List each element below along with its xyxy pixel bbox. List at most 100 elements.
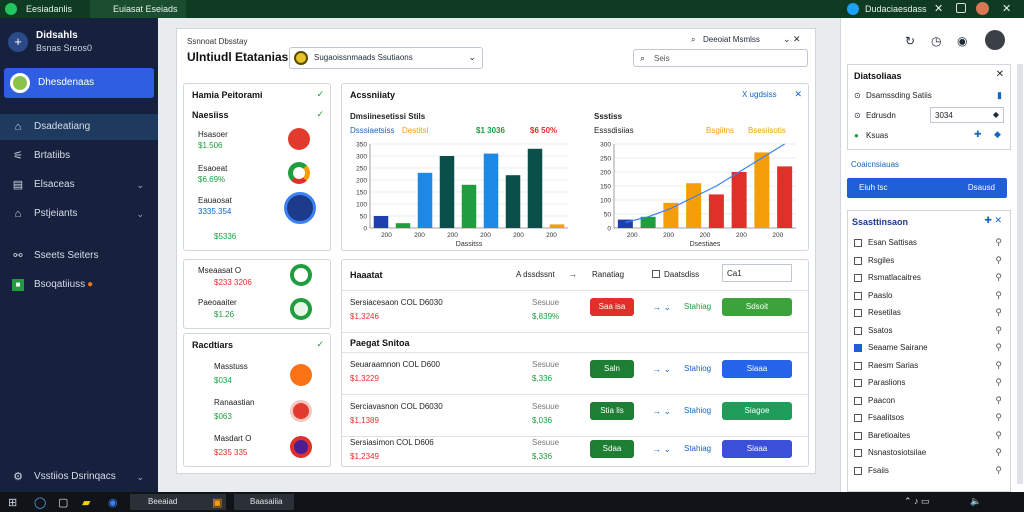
table-row[interactable]: Serciavasnon COL D6030 $1,1389 Sesuue $,…: [342, 398, 808, 434]
table-row[interactable]: Seuaraamnon COL D600 $1,3229 Sesuue $,33…: [342, 356, 808, 392]
checkbox[interactable]: [652, 270, 660, 278]
pin-icon[interactable]: ⚲: [995, 237, 1002, 248]
checkbox[interactable]: [854, 274, 862, 282]
checklist-item[interactable]: Fsaiis ⚲: [852, 465, 1006, 479]
checklist-item[interactable]: Nsnastosiotsilae ⚲: [852, 447, 1006, 461]
column-header[interactable]: Daatsdiss: [664, 270, 699, 279]
checklist-item[interactable]: Fsaalitsos ⚲: [852, 412, 1006, 426]
sidebar-item-list[interactable]: ▤ Elsaceas ⌄: [0, 172, 158, 198]
windows-icon[interactable]: ⊞: [8, 496, 17, 509]
tray-icons[interactable]: ⌃ ♪ ▭: [904, 496, 930, 507]
profile-label[interactable]: Dudaciaesdass: [847, 0, 927, 18]
checkbox[interactable]: [854, 239, 862, 247]
checklist-item[interactable]: Paraslions ⚲: [852, 377, 1006, 391]
checklist-item[interactable]: Seaame Sairane ⚲: [852, 342, 1006, 356]
filter-dropdown[interactable]: Sugaoissnmaads Ssutiaons ⌄: [289, 47, 483, 69]
checklist-item[interactable]: Rsgiles ⚲: [852, 255, 1006, 269]
sort-icon[interactable]: → ⌄: [652, 302, 671, 313]
pin-icon[interactable]: ⚲: [995, 360, 1002, 371]
close-icon[interactable]: ✕: [934, 2, 943, 15]
pin-icon[interactable]: ⚲: [995, 377, 1002, 388]
browser-tab-active[interactable]: Euiasat Eseiads: [95, 0, 178, 18]
search-input[interactable]: ⌕ Seis: [633, 49, 808, 67]
copy-icon[interactable]: ▮: [997, 90, 1002, 101]
row-action-button[interactable]: Saa isa: [590, 298, 634, 316]
search-icon[interactable]: ⌕: [691, 35, 695, 45]
checklist-item[interactable]: Paacon ⚲: [852, 395, 1006, 409]
shield-icon[interactable]: ◆: [994, 129, 1001, 140]
checklist-item[interactable]: Raesm Sarias ⚲: [852, 360, 1006, 374]
row-progress-bar[interactable]: Siaaa: [722, 440, 792, 458]
pin-icon[interactable]: ⚲: [995, 272, 1002, 283]
check-icon[interactable]: ✓: [316, 89, 324, 100]
scrollbar[interactable]: [1017, 64, 1023, 484]
pin-icon[interactable]: ⚲: [995, 395, 1002, 406]
pin-icon[interactable]: ⚲: [995, 447, 1002, 458]
checkbox[interactable]: [854, 361, 862, 370]
column-header[interactable]: Ranatiag: [592, 270, 624, 279]
checklist-item[interactable]: Resetilas ⚲: [852, 307, 1006, 321]
row-action-button[interactable]: Stia lis: [590, 402, 634, 420]
checklist-item[interactable]: Baretioaites ⚲: [852, 430, 1006, 444]
nav-label[interactable]: Deeoiat Msmlss: [703, 35, 760, 44]
table-row[interactable]: Sersiasimon COL D606 $1,2349 Sesuue $,33…: [342, 438, 808, 466]
checkbox[interactable]: [854, 396, 862, 405]
checklist-item[interactable]: Rsmatlacaitres ⚲: [852, 272, 1006, 286]
user-avatar[interactable]: [985, 30, 1005, 50]
checkbox[interactable]: [854, 309, 862, 317]
close-window-icon[interactable]: ✕: [1002, 2, 1011, 15]
sort-icon[interactable]: → ⌄: [652, 364, 671, 375]
checklist-item[interactable]: Ssatos ⚲: [852, 325, 1006, 339]
check-icon[interactable]: ✓: [316, 109, 324, 120]
close-icon[interactable]: ✕: [794, 89, 802, 100]
browser-tab[interactable]: Eesiadanlis: [8, 0, 72, 18]
taskbar-item[interactable]: Baasaiiia: [234, 494, 294, 510]
close-icon[interactable]: ⌄ ✕: [783, 34, 801, 45]
pin-icon[interactable]: ⚲: [995, 307, 1002, 318]
row-progress-bar[interactable]: Sdsoit: [722, 298, 792, 316]
pin-icon[interactable]: ⚲: [995, 465, 1002, 476]
column-header[interactable]: A dssdssnt: [516, 270, 555, 279]
search-icon[interactable]: ◯: [34, 496, 46, 509]
checklist-item[interactable]: Esan Sattisas ⚲: [852, 237, 1006, 251]
checkbox[interactable]: [854, 449, 862, 457]
row-action-button[interactable]: Sdaa: [590, 440, 634, 458]
pin-icon[interactable]: ✚: [974, 129, 982, 140]
browser-icon[interactable]: ◉: [108, 496, 118, 509]
sort-icon[interactable]: → ⌄: [652, 406, 671, 417]
pin-icon[interactable]: ⚲: [995, 325, 1002, 336]
pin-icon[interactable]: ⚲: [995, 342, 1002, 353]
pin-icon[interactable]: ⚲: [995, 412, 1002, 423]
checkbox[interactable]: [854, 256, 862, 265]
checkbox[interactable]: [854, 291, 862, 300]
bell-icon[interactable]: ◉: [957, 34, 967, 48]
app-icon[interactable]: ▣: [212, 496, 222, 509]
sidebar-item-projects[interactable]: ⌂ Pstjeiants ⌄: [0, 201, 158, 227]
checkbox[interactable]: [854, 431, 862, 440]
checklist-item[interactable]: Paaslo ⚲: [852, 290, 1006, 304]
sidebar-item-active[interactable]: Dhesdenaas: [4, 68, 154, 98]
sidebar-item-apps[interactable]: ■ Bsoqatiiuss ●: [0, 272, 158, 298]
table-filter-input[interactable]: Ca1: [722, 264, 792, 282]
pin-icon[interactable]: ⚲: [995, 430, 1002, 441]
folder-icon[interactable]: ▰: [82, 496, 90, 509]
refresh-icon[interactable]: ↻: [905, 34, 915, 48]
check-icon[interactable]: ✓: [316, 339, 324, 350]
sidebar-item-settings[interactable]: ⚯ Sseets Seiters: [0, 243, 158, 269]
table-row[interactable]: Sersiacesaon COL D6030 $1,3246 Sesuue $,…: [342, 294, 808, 330]
sidebar-item-dashboard[interactable]: ⌂ Dsadeatiang: [0, 114, 158, 140]
primary-action-button[interactable]: Eiuh tsc Dsausd: [847, 178, 1007, 198]
pin-icon[interactable]: ✚ ✕: [984, 215, 1002, 226]
clock[interactable]: 🔈: [970, 496, 981, 507]
x-menu[interactable]: X ugdsiss: [742, 90, 777, 99]
notification-icon[interactable]: [956, 3, 966, 13]
sidebar-item-stats[interactable]: ⚟ Brtatiibs: [0, 143, 158, 169]
sidebar-footer[interactable]: ⚙ Vsstiios Dsrinqacs ⌄: [0, 464, 158, 490]
clock-icon[interactable]: ◷: [931, 34, 941, 48]
pin-icon[interactable]: ⚲: [995, 255, 1002, 266]
row-progress-bar[interactable]: Siagoe: [722, 402, 792, 420]
checkbox[interactable]: [854, 379, 862, 387]
checkbox[interactable]: [854, 414, 862, 422]
checkbox[interactable]: [854, 344, 862, 352]
avatar[interactable]: [976, 2, 989, 15]
